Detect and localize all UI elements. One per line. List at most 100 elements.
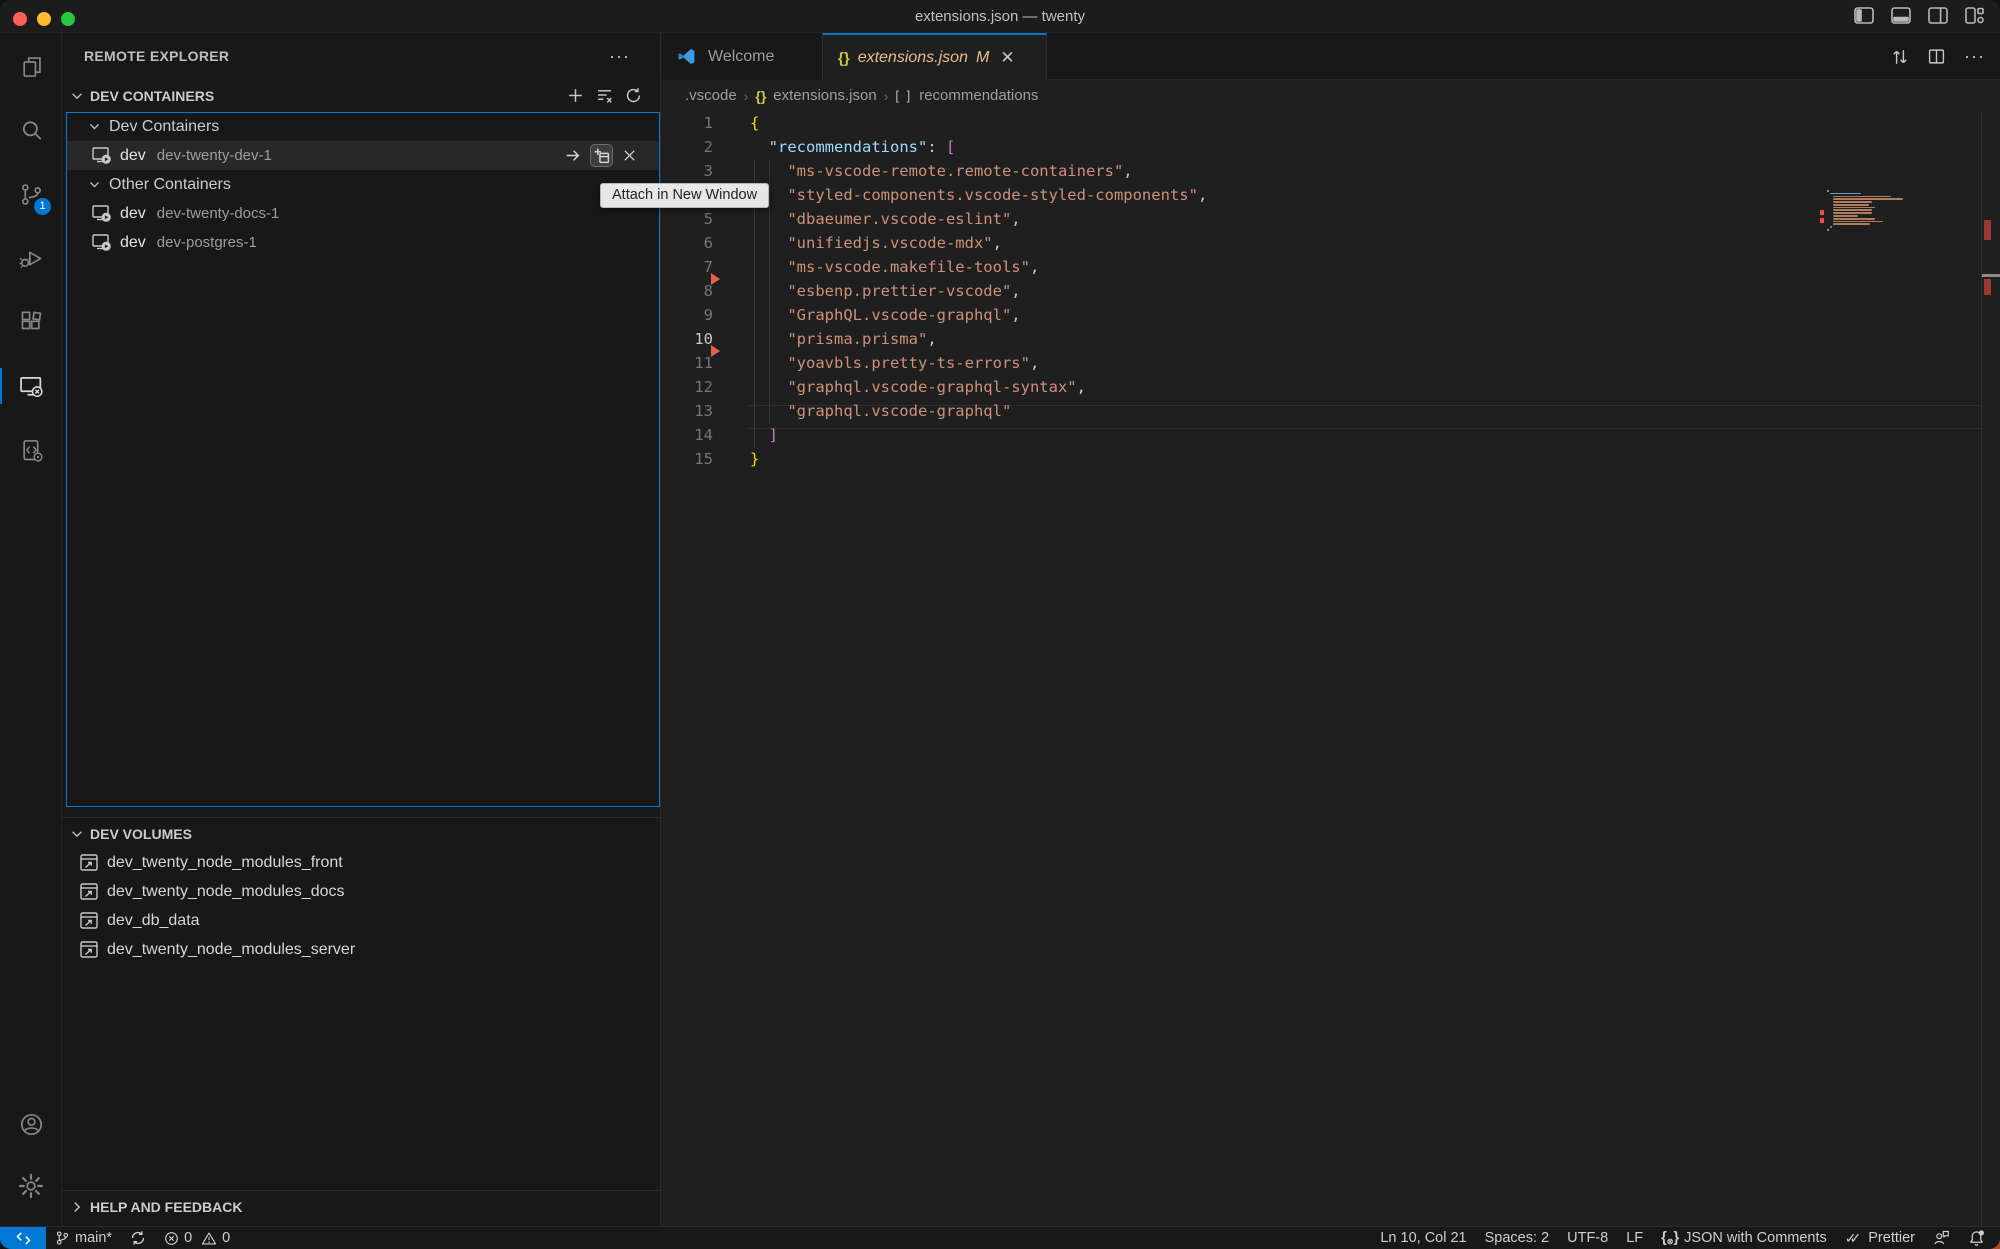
search-icon[interactable]	[0, 98, 62, 162]
volume-row[interactable]: dev_twenty_node_modules_docs	[67, 877, 659, 906]
accounts-icon[interactable]	[0, 1092, 62, 1156]
dev-containers-icon[interactable]	[0, 418, 62, 482]
line-number-8[interactable]: 8	[662, 279, 713, 303]
minimap-line	[1830, 193, 1861, 195]
explorer-icon[interactable]	[0, 34, 62, 98]
code-line-10[interactable]: "prisma.prisma",	[750, 327, 1207, 351]
code-line-4[interactable]: "styled-components.vscode-styled-compone…	[750, 183, 1207, 207]
add-container-icon[interactable]	[567, 87, 584, 104]
dev-containers-section-header[interactable]: DEV CONTAINERS	[62, 80, 660, 112]
code-line-2[interactable]: "recommendations": [	[750, 135, 1207, 159]
minimap-line	[1833, 196, 1890, 198]
sidebar-more-actions-icon[interactable]: ···	[609, 33, 630, 80]
volume-name: dev_twenty_node_modules_server	[107, 941, 355, 959]
tab-bar: Welcome {} extensions.json M ✕ ···	[662, 33, 2000, 80]
source-control-icon[interactable]: 1	[0, 162, 62, 226]
help-and-feedback-section-header[interactable]: HELP AND FEEDBACK	[62, 1191, 660, 1223]
tab-welcome[interactable]: Welcome	[663, 33, 823, 80]
toggle-primary-sidebar-icon[interactable]	[1854, 7, 1874, 24]
minimap-deleted-marker	[1820, 218, 1824, 223]
chevron-right-icon	[70, 1200, 84, 1214]
language-mode-status[interactable]: {⊗} JSON with Comments	[1652, 1227, 1836, 1249]
code-line-11[interactable]: "yoavbls.pretty-ts-errors",	[750, 351, 1207, 375]
line-number-9[interactable]: 9	[662, 303, 713, 327]
breadcrumb-symbol[interactable]: recommendations	[919, 87, 1038, 104]
breadcrumb[interactable]: .vscode › {} extensions.json › [ ] recom…	[685, 80, 1038, 111]
encoding-status[interactable]: UTF-8	[1558, 1227, 1617, 1249]
code-line-1[interactable]: {	[750, 111, 1207, 135]
volume-row[interactable]: dev_twenty_node_modules_front	[67, 848, 659, 877]
container-running-icon	[92, 204, 112, 223]
volume-row[interactable]: dev_db_data	[67, 906, 659, 935]
code-line-13[interactable]: "graphql.vscode-graphql"	[750, 399, 1207, 423]
code-line-7[interactable]: "ms-vscode.makefile-tools",	[750, 255, 1207, 279]
line-number-6[interactable]: 6	[662, 231, 713, 255]
code-line-6[interactable]: "unifiedjs.vscode-mdx",	[750, 231, 1207, 255]
formatter-status[interactable]: ✓✓ Prettier	[1836, 1227, 1924, 1249]
line-number-7[interactable]: 7	[662, 255, 713, 279]
line-number-14[interactable]: 14	[662, 423, 713, 447]
breadcrumb-file[interactable]: extensions.json	[773, 87, 876, 104]
line-number-15[interactable]: 15	[662, 447, 713, 471]
toggle-secondary-sidebar-icon[interactable]	[1928, 7, 1948, 24]
line-number-2[interactable]: 2	[662, 135, 713, 159]
eol-status[interactable]: LF	[1617, 1227, 1652, 1249]
more-actions-icon[interactable]: ···	[1964, 46, 1985, 67]
cursor-position-status[interactable]: Ln 10, Col 21	[1371, 1227, 1475, 1249]
volume-row[interactable]: dev_twenty_node_modules_server	[67, 935, 659, 964]
dev-volumes-section-header[interactable]: DEV VOLUMES	[62, 818, 660, 850]
line-number-12[interactable]: 12	[662, 375, 713, 399]
settings-gear-icon[interactable]	[0, 1154, 62, 1218]
container-row-dev-twenty-docs-1[interactable]: dev dev-twenty-docs-1	[67, 199, 659, 228]
attach-in-new-window-icon[interactable]	[590, 144, 613, 167]
run-and-debug-icon[interactable]	[0, 226, 62, 290]
tree-group-other-containers[interactable]: Other Containers	[67, 170, 659, 199]
close-tab-icon[interactable]: ✕	[1000, 48, 1014, 68]
line-number-3[interactable]: 3	[662, 159, 713, 183]
split-editor-icon[interactable]	[1928, 48, 1945, 65]
minimap-line	[1827, 190, 1829, 192]
stop-container-icon[interactable]	[622, 148, 637, 163]
code-lines[interactable]: { "recommendations": [ "ms-vscode-remote…	[750, 111, 1207, 471]
code-line-14[interactable]: ]	[750, 423, 1207, 447]
problems-status[interactable]: 0 0	[155, 1227, 239, 1249]
code-line-9[interactable]: "GraphQL.vscode-graphql",	[750, 303, 1207, 327]
customize-layout-icon[interactable]	[1965, 7, 1984, 24]
refresh-icon[interactable]	[625, 87, 642, 104]
line-number-5[interactable]: 5	[662, 207, 713, 231]
feedback-icon[interactable]	[1924, 1227, 1959, 1249]
minimap-line	[1833, 209, 1872, 211]
container-description: dev-postgres-1	[157, 234, 257, 251]
code-line-5[interactable]: "dbaeumer.vscode-eslint",	[750, 207, 1207, 231]
overview-current-line-mark	[1982, 274, 2000, 277]
code-line-8[interactable]: "esbenp.prettier-vscode",	[750, 279, 1207, 303]
line-number-1[interactable]: 1	[662, 111, 713, 135]
tree-group-dev-containers[interactable]: Dev Containers	[67, 112, 659, 141]
attach-to-container-icon[interactable]	[564, 147, 581, 164]
indentation-status[interactable]: Spaces: 2	[1476, 1227, 1559, 1249]
toggle-panel-icon[interactable]	[1891, 7, 1911, 24]
notifications-bell-icon[interactable]	[1959, 1227, 1994, 1249]
breadcrumb-folder[interactable]: .vscode	[685, 87, 737, 104]
clear-list-icon[interactable]	[596, 87, 613, 104]
remote-explorer-icon[interactable]	[0, 354, 62, 418]
container-row-dev-postgres-1[interactable]: dev dev-postgres-1	[67, 228, 659, 257]
status-bar: main* 0 0 Ln 10, Col 21 Spaces: 2 UTF-8 …	[0, 1226, 2000, 1249]
minimap-line	[1833, 223, 1870, 225]
minimap-line	[1833, 212, 1872, 214]
open-changes-icon[interactable]	[1891, 48, 1909, 66]
tab-extensions-json[interactable]: {} extensions.json M ✕	[823, 33, 1047, 81]
line-number-11[interactable]: 11	[662, 351, 713, 375]
sync-changes-button[interactable]	[121, 1227, 155, 1249]
container-row-dev-twenty-dev-1[interactable]: dev dev-twenty-dev-1	[67, 141, 659, 170]
code-line-3[interactable]: "ms-vscode-remote.remote-containers",	[750, 159, 1207, 183]
remote-indicator[interactable]	[0, 1227, 46, 1249]
code-line-15[interactable]: }	[750, 447, 1207, 471]
line-number-13[interactable]: 13	[662, 399, 713, 423]
code-line-12[interactable]: "graphql.vscode-graphql-syntax",	[750, 375, 1207, 399]
line-number-10[interactable]: 10	[662, 327, 713, 351]
minimap[interactable]	[1827, 190, 1952, 232]
extensions-icon[interactable]	[0, 290, 62, 354]
git-branch-status[interactable]: main*	[46, 1227, 121, 1249]
overview-ruler[interactable]	[1981, 111, 2000, 1226]
